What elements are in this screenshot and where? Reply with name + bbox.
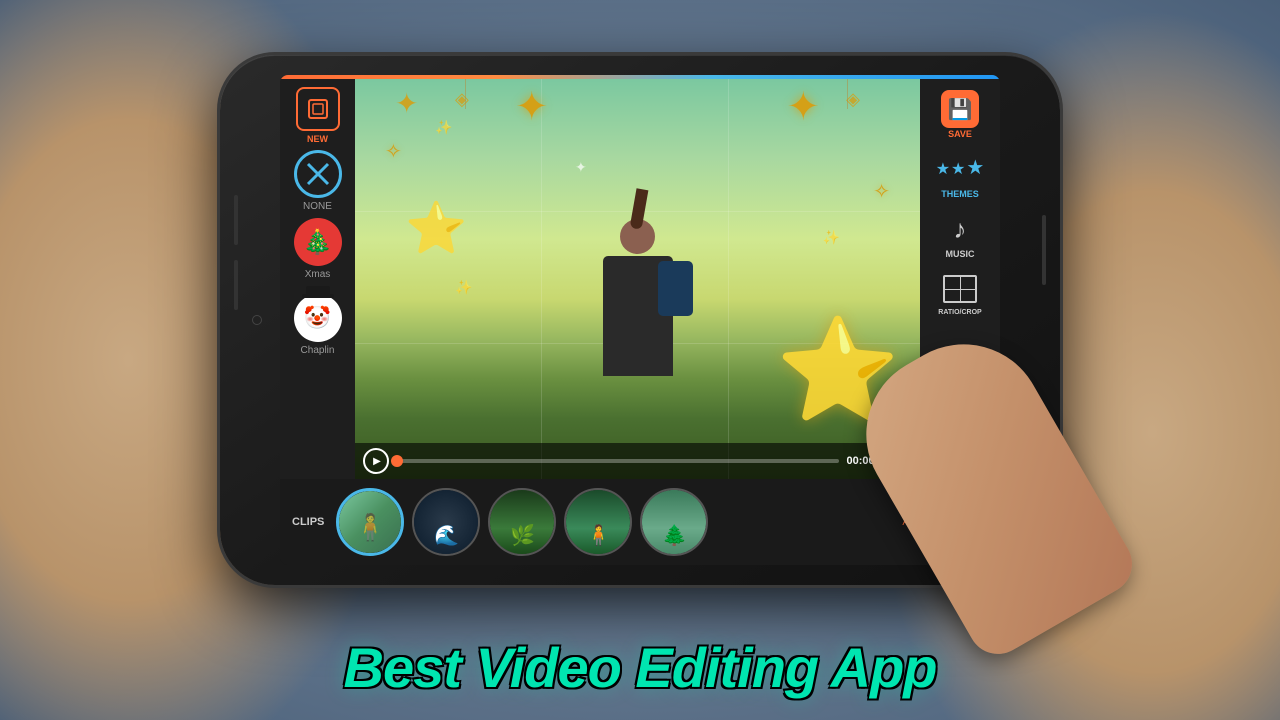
kite-1: ◈ xyxy=(455,89,469,110)
person-silhouette xyxy=(578,219,698,419)
themes-label: THEMES xyxy=(941,189,979,199)
play-button[interactable] xyxy=(363,448,389,474)
none-filter[interactable]: NONE xyxy=(294,150,342,212)
clip-3[interactable]: 🌿 xyxy=(488,488,556,556)
star-top-right: ✦ xyxy=(786,84,820,130)
person-backpack xyxy=(658,261,693,316)
sparkle-4: ✦ xyxy=(575,159,587,176)
clip-3-inner: 🌿 xyxy=(490,490,554,554)
chaplin-filter[interactable]: 🤡 Chaplin xyxy=(294,286,342,356)
medium-star: ⭐ xyxy=(405,199,467,258)
progress-track[interactable] xyxy=(397,459,839,463)
ratio-crop-button[interactable]: RATIO/CROP xyxy=(934,267,986,320)
save-button[interactable]: 💾 SAVE xyxy=(934,87,986,143)
ratio-hline xyxy=(945,289,975,290)
volume-up-button[interactable] xyxy=(234,195,238,245)
clip-3-person: 🌿 xyxy=(510,523,535,548)
xmas-filter[interactable]: 🎄 Xmas xyxy=(294,218,342,280)
grid-line-2 xyxy=(728,79,729,479)
ornament-line-2 xyxy=(847,79,848,109)
theme-star-1: ★ xyxy=(936,159,950,180)
chaplin-face: 🤡 xyxy=(304,305,331,331)
music-icon-area: ♪ xyxy=(938,211,982,247)
clip-4-person: 🧍 xyxy=(586,523,611,548)
sparkle-2: ✨ xyxy=(823,229,840,246)
save-icon: 💾 xyxy=(941,90,979,128)
clip-1-person: 🧍 xyxy=(354,512,386,543)
xmas-label: Xmas xyxy=(305,269,331,280)
theme-star-3: ★ xyxy=(966,155,984,180)
clip-2[interactable]: 🌊 xyxy=(412,488,480,556)
kite-2: ◈ xyxy=(846,89,860,110)
playback-bar: 00:00 / 00:45 xyxy=(355,443,920,479)
new-button[interactable]: NEW xyxy=(296,87,340,144)
ratio-label: RATIO/CROP xyxy=(938,309,981,316)
left-sidebar: NEW NONE 🎄 Xmas xyxy=(280,79,355,479)
ratio-icon xyxy=(943,275,977,303)
themes-stars: ★ ★ ★ xyxy=(936,159,985,180)
star-sm-2: ✧ xyxy=(873,179,890,204)
chaplin-hat xyxy=(306,286,330,298)
sparkle-1: ✨ xyxy=(435,119,452,136)
none-icon xyxy=(294,150,342,198)
clip-4-inner: 🧍 xyxy=(566,490,630,554)
save-label: SAVE xyxy=(948,129,972,139)
video-scene: ✦ ✦ ✦ ✧ ✧ ⭐ ⭐ ◈ ◈ ✨ xyxy=(355,79,920,479)
clip-4[interactable]: 🧍 xyxy=(564,488,632,556)
clip-2-inner: 🌊 xyxy=(414,490,478,554)
music-label: MUSIC xyxy=(946,249,975,259)
clip-5-person: 🌲 xyxy=(662,523,687,548)
person-body xyxy=(603,256,673,376)
new-label: NEW xyxy=(307,134,328,144)
clip-2-person: 🌊 xyxy=(434,523,459,548)
volume-down-button[interactable] xyxy=(234,260,238,310)
grid-line-1 xyxy=(541,79,542,479)
themes-button[interactable]: ★ ★ ★ THEMES xyxy=(934,147,986,203)
clips-label: CLIPS xyxy=(292,516,324,528)
power-button[interactable] xyxy=(1042,215,1046,285)
clip-1[interactable]: 🧍 xyxy=(336,488,404,556)
video-preview[interactable]: ✦ ✦ ✦ ✧ ✧ ⭐ ⭐ ◈ ◈ ✨ xyxy=(355,79,920,479)
camera-dot xyxy=(252,315,262,325)
music-icon: ♪ xyxy=(954,214,967,245)
none-label: NONE xyxy=(303,201,332,212)
xmas-icon: 🎄 xyxy=(294,218,342,266)
theme-star-2: ★ xyxy=(951,159,965,180)
chaplin-label: Chaplin xyxy=(301,345,335,356)
new-icon xyxy=(296,87,340,131)
music-button[interactable]: ♪ MUSIC xyxy=(934,207,986,263)
chaplin-icon: 🤡 xyxy=(294,294,342,342)
star-sm-1: ✧ xyxy=(385,139,402,164)
tagline: Best Video Editing App xyxy=(0,635,1280,700)
progress-dot[interactable] xyxy=(391,455,403,467)
star-top-left: ✦ xyxy=(515,84,549,130)
save-icon-area: 💾 xyxy=(938,91,982,127)
themes-icon-area: ★ ★ ★ xyxy=(938,151,982,187)
ornament-line-1 xyxy=(465,79,466,109)
clip-5-inner: 🌲 xyxy=(642,490,706,554)
clip-5[interactable]: 🌲 xyxy=(640,488,708,556)
sparkle-3: ✨ xyxy=(455,279,472,296)
ratio-icon-area xyxy=(938,271,982,307)
snowflake-1: ✦ xyxy=(395,87,418,120)
clip-1-inner: 🧍 xyxy=(339,491,401,553)
